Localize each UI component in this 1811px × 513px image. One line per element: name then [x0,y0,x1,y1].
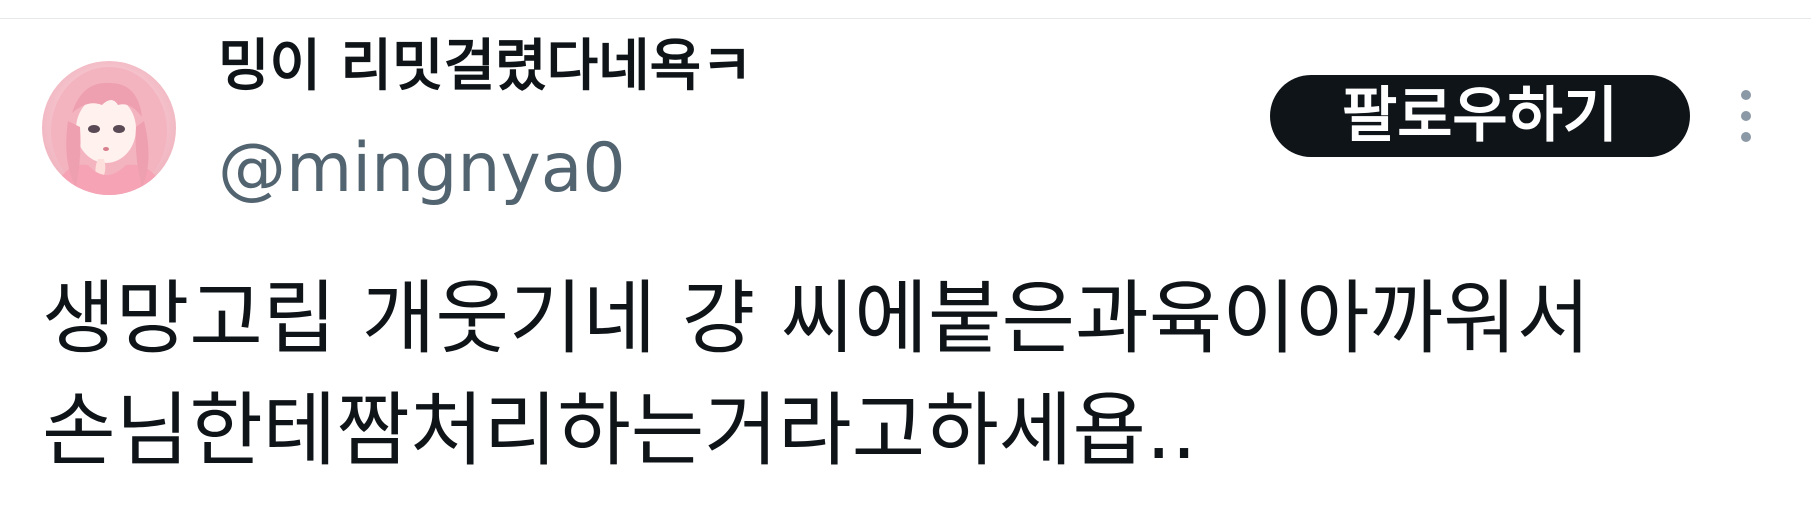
tweet-text: 생망고립 개웃기네 걍 씨에붙은과육이아까워서 손님한테짬처리하는거라고하세욥.… [42,272,1591,477]
more-vertical-icon [1741,90,1751,142]
more-options-button[interactable] [1726,85,1766,147]
avatar-image [51,67,167,195]
display-name[interactable]: 밍이 리밋걸렸다네욕ㅋ [218,27,753,107]
follow-button[interactable]: 팔로우하기 [1270,75,1690,157]
tweet: 밍이 리밋걸렸다네욕ㅋ @mingnya0 팔로우하기 생망고립 개웃기네 걍 … [0,19,1811,513]
user-handle[interactable]: @mingnya0 [218,129,626,209]
avatar[interactable] [42,61,176,195]
